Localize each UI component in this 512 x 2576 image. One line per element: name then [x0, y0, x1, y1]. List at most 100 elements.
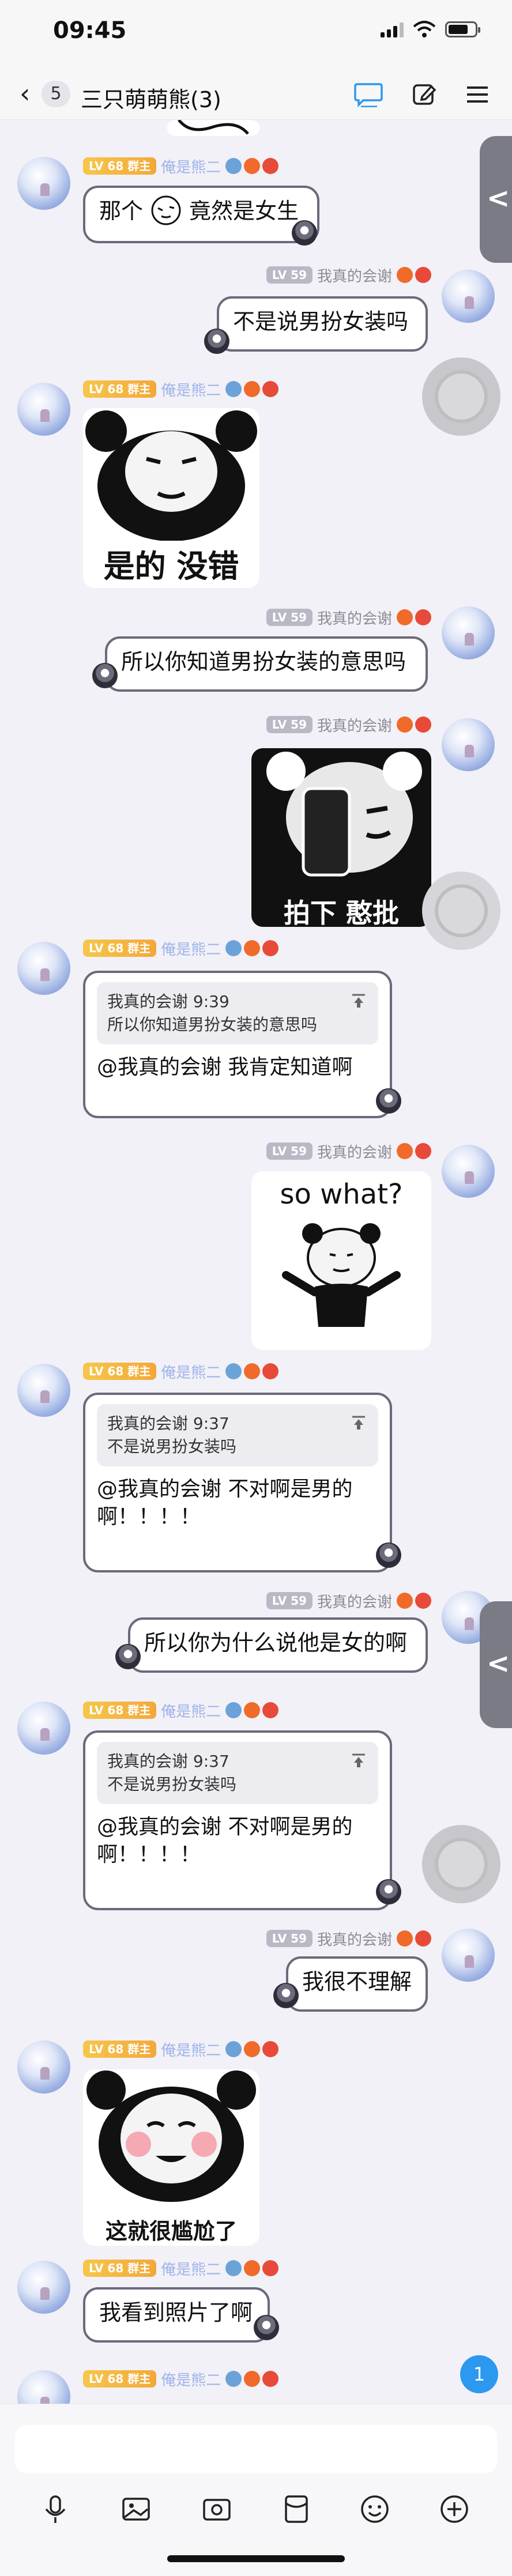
sender-nick[interactable]: 我真的会谢	[317, 607, 392, 628]
decoration-icons	[397, 1593, 431, 1609]
partial-sticker[interactable]	[167, 120, 259, 136]
quoted-message[interactable]: 我真的会谢 9:37 不是说男扮女装吗	[97, 1742, 378, 1804]
message-input[interactable]	[15, 2425, 497, 2473]
home-indicator[interactable]	[167, 2555, 345, 2562]
level-badge: LV 59	[266, 266, 313, 284]
decoration-icons	[397, 1143, 431, 1159]
reply-avatar-icon	[204, 329, 229, 354]
sender-nick[interactable]: 俺是熊二	[161, 1361, 221, 1382]
message-text: @我真的会谢 不对啊是男的啊！！！！	[97, 1815, 353, 1866]
level-badge: LV 68 群主	[83, 2041, 157, 2058]
level-badge: LV 68 群主	[83, 2260, 157, 2277]
side-panel-handle[interactable]	[480, 1601, 512, 1728]
avatar[interactable]	[17, 2041, 70, 2094]
message-text: 不是说男扮女装吗	[233, 309, 409, 334]
jump-to-icon[interactable]	[351, 993, 367, 1009]
sticker-caption: so what?	[280, 1178, 403, 1210]
level-badge: LV 68 群主	[83, 1702, 157, 1719]
sender-meta: LV 59 我真的会谢	[249, 1141, 431, 1161]
floating-ball-icon[interactable]	[422, 1825, 500, 1903]
jump-to-icon[interactable]	[351, 1752, 367, 1768]
avatar[interactable]	[442, 270, 495, 323]
level-badge: LV 59	[266, 716, 313, 733]
reply-message-bubble[interactable]: 我真的会谢 9:37 不是说男扮女装吗 @我真的会谢 不对啊是男的啊！！！！	[83, 1730, 392, 1910]
sender-nick[interactable]: 俺是熊二	[161, 2258, 221, 2279]
reply-avatar-icon	[92, 663, 118, 688]
level-badge: LV 59	[266, 1930, 313, 1947]
decoration-icons	[225, 2260, 279, 2276]
sticker-image[interactable]: 这就很尴尬了	[83, 2069, 259, 2246]
sender-nick[interactable]: 俺是熊二	[161, 938, 221, 959]
panda-phone-icon	[266, 752, 422, 877]
message-text: @我真的会谢 我肯定知道啊	[97, 1055, 353, 1079]
message-bubble[interactable]: 不是说男扮女装吗	[217, 296, 428, 352]
side-panel-handle-top[interactable]	[480, 136, 512, 263]
message-composer	[0, 2404, 512, 2576]
message-bubble[interactable]: 我很不理解	[286, 1956, 428, 2012]
sender-nick[interactable]: 俺是熊二	[161, 1700, 221, 1721]
sender-nick[interactable]: 我真的会谢	[317, 1590, 392, 1612]
sender-meta: LV 68 群主 俺是熊二	[83, 156, 279, 177]
avatar[interactable]	[442, 1145, 495, 1198]
avatar[interactable]	[17, 1364, 70, 1417]
reply-avatar-icon	[376, 1542, 401, 1568]
reply-avatar-icon	[273, 1983, 299, 2008]
sender-meta: LV 59 我真的会谢	[249, 1591, 431, 1611]
quote-header: 我真的会谢 9:37	[107, 1414, 229, 1433]
plus-icon[interactable]	[437, 2492, 472, 2526]
microphone-icon[interactable]	[38, 2492, 73, 2526]
red-packet-icon[interactable]	[279, 2492, 314, 2526]
quoted-message[interactable]: 我真的会谢 9:39 所以你知道男扮女装的意思吗	[97, 982, 378, 1044]
floating-ball-icon[interactable]	[422, 357, 500, 436]
sender-nick[interactable]: 俺是熊二	[161, 2368, 221, 2390]
sender-nick[interactable]: 我真的会谢	[317, 1928, 392, 1949]
sticker-image[interactable]: 是的 没错	[83, 408, 259, 588]
image-icon[interactable]	[119, 2492, 153, 2526]
edit-icon[interactable]	[411, 82, 441, 107]
back-icon[interactable]: ‹	[20, 80, 30, 107]
message-bubble[interactable]: 我看到照片了啊	[83, 2287, 270, 2343]
sender-nick[interactable]: 俺是熊二	[161, 379, 221, 400]
level-badge: LV 68 群主	[83, 2370, 157, 2388]
sticker-image[interactable]: so what?	[251, 1171, 431, 1350]
avatar[interactable]	[442, 606, 495, 659]
sender-nick[interactable]: 俺是熊二	[161, 156, 221, 177]
message-bubble[interactable]: 那个 竟然是女生	[83, 186, 319, 243]
avatar[interactable]	[17, 157, 70, 210]
back-unread-badge[interactable]: 5	[42, 81, 70, 107]
camera-icon[interactable]	[199, 2492, 234, 2526]
composer-toolbar	[0, 2492, 512, 2532]
avatar[interactable]	[17, 942, 70, 995]
battery-icon	[445, 21, 480, 37]
reply-message-bubble[interactable]: 我真的会谢 9:39 所以你知道男扮女装的意思吗 @我真的会谢 我肯定知道啊	[83, 971, 392, 1118]
menu-icon[interactable]	[462, 82, 492, 107]
message-text: 我很不理解	[302, 1969, 412, 1994]
reply-message-bubble[interactable]: 我真的会谢 9:37 不是说男扮女装吗 @我真的会谢 不对啊是男的啊！！！！	[83, 1393, 392, 1572]
avatar[interactable]	[442, 718, 495, 771]
jump-to-icon[interactable]	[351, 1415, 367, 1431]
sender-meta: LV 59 我真的会谢	[249, 1928, 431, 1949]
quote-text: 不是说男扮女装吗	[107, 1775, 237, 1794]
message-bubble[interactable]: 所以你知道男扮女装的意思吗	[105, 636, 428, 692]
avatar[interactable]	[17, 383, 70, 436]
message-bubble[interactable]: 所以你为什么说他是女的啊	[128, 1617, 428, 1673]
floating-ball-icon[interactable]	[422, 872, 500, 950]
sender-nick[interactable]: 我真的会谢	[317, 265, 392, 286]
sender-nick[interactable]: 我真的会谢	[317, 714, 392, 736]
status-time: 09:45	[53, 17, 127, 44]
avatar[interactable]	[17, 2261, 70, 2314]
chat-bubble-icon[interactable]	[354, 82, 384, 107]
avatar[interactable]	[17, 1702, 70, 1755]
sender-meta: LV 68 群主 俺是熊二	[83, 938, 279, 959]
sticker-caption: 这就很尴尬了	[105, 2219, 237, 2244]
sender-meta: LV 59 我真的会谢	[249, 607, 431, 628]
quote-text: 不是说男扮女装吗	[107, 1437, 237, 1456]
sticker-image[interactable]: 拍下 憨批	[251, 748, 431, 927]
emoji-icon[interactable]	[357, 2492, 392, 2526]
sender-nick[interactable]: 俺是熊二	[161, 2039, 221, 2060]
unread-count-badge[interactable]: 1	[460, 2355, 498, 2393]
quote-header: 我真的会谢 9:39	[107, 992, 229, 1011]
avatar[interactable]	[442, 1929, 495, 1982]
sender-nick[interactable]: 我真的会谢	[317, 1141, 392, 1162]
quoted-message[interactable]: 我真的会谢 9:37 不是说男扮女装吗	[97, 1404, 378, 1466]
